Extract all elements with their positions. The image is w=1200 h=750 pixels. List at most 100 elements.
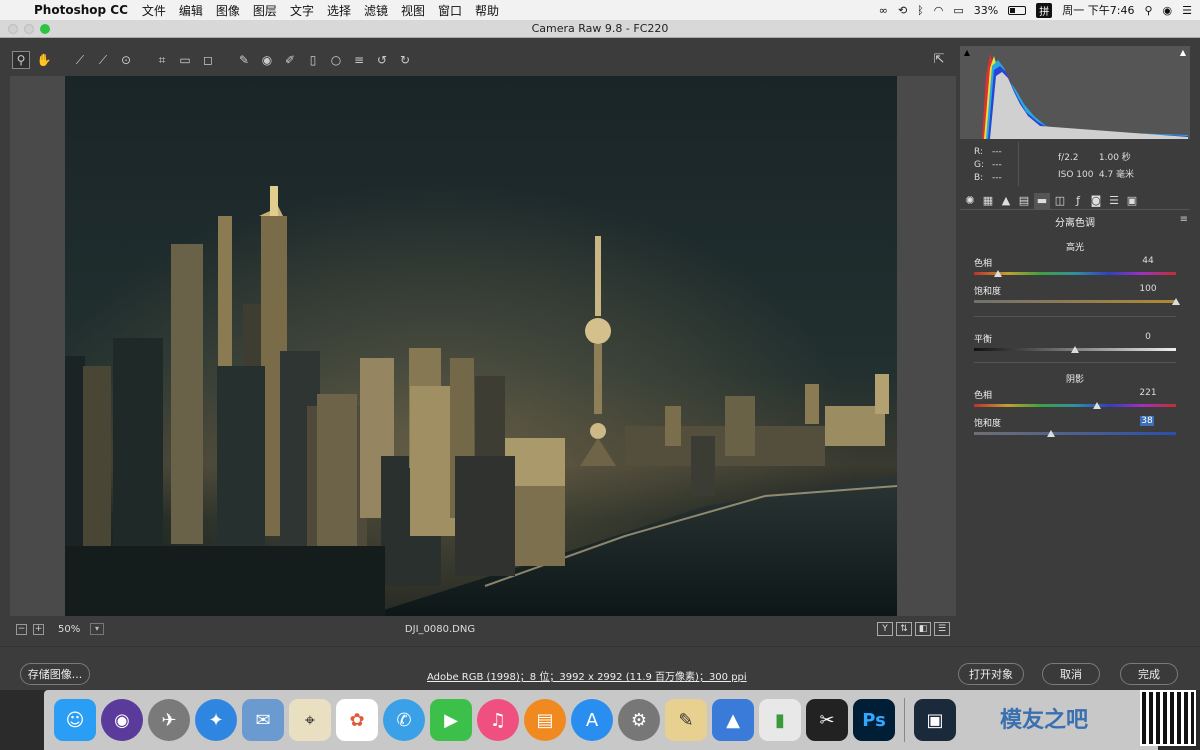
photos-icon[interactable]: ✿ <box>336 699 378 741</box>
transform-tool-icon[interactable]: ◻ <box>199 51 217 69</box>
rotate-left-icon[interactable]: ↺ <box>373 51 391 69</box>
facetime-icon[interactable]: ▶ <box>430 699 472 741</box>
done-button[interactable]: 完成 <box>1120 663 1178 685</box>
tab-snapshots-icon[interactable]: ▣ <box>1124 193 1140 209</box>
menu-window[interactable]: 窗口 <box>438 2 462 19</box>
preferences-icon[interactable]: ≡ <box>350 51 368 69</box>
numbers-icon[interactable]: ▮ <box>759 699 801 741</box>
zoom-in-button[interactable]: + <box>33 623 44 635</box>
shadow-hue-knob[interactable] <box>1093 402 1102 409</box>
tab-lens-corrections-icon[interactable]: ◫ <box>1052 193 1068 209</box>
open-object-button[interactable]: 打开对象 <box>958 663 1024 685</box>
targeted-adjustment-tool-icon[interactable]: ⊙ <box>117 51 135 69</box>
zoom-out-button[interactable]: − <box>16 623 27 635</box>
copy-settings-icon[interactable]: ◧ <box>915 622 931 636</box>
adjustment-brush-icon[interactable]: ✐ <box>281 51 299 69</box>
highlight-hue-value[interactable]: 44 <box>1128 256 1168 266</box>
balance-knob[interactable] <box>1071 346 1079 353</box>
creative-cloud-icon[interactable]: ∞ <box>879 4 888 17</box>
tab-detail-icon[interactable]: ▲ <box>998 193 1014 209</box>
wifi-icon[interactable]: ◠ <box>934 4 944 17</box>
close-button[interactable] <box>8 24 18 34</box>
menu-edit[interactable]: 编辑 <box>179 2 203 19</box>
menu-image[interactable]: 图像 <box>216 2 240 19</box>
color-sampler-tool-icon[interactable]: ⟋ <box>94 51 112 69</box>
menu-help[interactable]: 帮助 <box>475 2 499 19</box>
highlight-hue-slider[interactable] <box>974 272 1176 275</box>
ibooks-icon[interactable]: ▤ <box>524 699 566 741</box>
highlight-saturation-knob[interactable] <box>1172 298 1180 305</box>
radial-filter-icon[interactable]: ○ <box>327 51 345 69</box>
spot-removal-tool-icon[interactable]: ✎ <box>235 51 253 69</box>
rotate-right-icon[interactable]: ↻ <box>396 51 414 69</box>
photoshop-icon[interactable]: Ps <box>853 699 895 741</box>
shadow-saturation-slider[interactable] <box>974 432 1176 435</box>
keynote-icon[interactable]: ▲ <box>712 699 754 741</box>
menu-view[interactable]: 视图 <box>401 2 425 19</box>
notification-center-icon[interactable]: ☰ <box>1182 4 1192 17</box>
tab-basic-icon[interactable]: ✺ <box>962 193 978 209</box>
tab-presets-icon[interactable]: ☰ <box>1106 193 1122 209</box>
preview-area[interactable] <box>10 76 956 616</box>
minimize-button[interactable] <box>24 24 34 34</box>
messages-icon[interactable]: ✆ <box>383 699 425 741</box>
battery-icon[interactable] <box>1008 5 1027 15</box>
mail-icon[interactable]: ✉ <box>242 699 284 741</box>
tab-effects-icon[interactable]: ƒ <box>1070 193 1086 209</box>
highlight-hue-knob[interactable] <box>994 270 1003 277</box>
input-method[interactable]: 拼 <box>1036 2 1053 18</box>
graduated-filter-icon[interactable]: ▯ <box>304 51 322 69</box>
menu-file[interactable]: 文件 <box>142 2 166 19</box>
tab-split-toning-icon[interactable]: ▬ <box>1034 192 1050 209</box>
shadow-hue-value[interactable]: 221 <box>1128 388 1168 398</box>
clock[interactable]: 周一 下午7:46 <box>1062 2 1134 18</box>
balance-value[interactable]: 0 <box>1128 332 1168 342</box>
app-store-icon[interactable]: A <box>571 699 613 741</box>
red-eye-tool-icon[interactable]: ◉ <box>258 51 276 69</box>
menu-select[interactable]: 选择 <box>327 2 351 19</box>
system-preferences-icon[interactable]: ⚙ <box>618 699 660 741</box>
shadow-saturation-knob[interactable] <box>1046 430 1055 437</box>
straighten-tool-icon[interactable]: ▭ <box>176 51 194 69</box>
crop-tool-icon[interactable]: ⌗ <box>153 51 171 69</box>
zoom-dropdown[interactable]: ▾ <box>90 623 104 635</box>
menu-type[interactable]: 文字 <box>290 2 314 19</box>
highlight-saturation-slider[interactable] <box>974 300 1176 303</box>
bluetooth-icon[interactable]: ᛒ <box>917 4 924 17</box>
highlight-saturation-value[interactable]: 100 <box>1128 284 1168 294</box>
preview-preferences-icon[interactable]: ☰ <box>934 622 950 636</box>
zoom-button[interactable] <box>40 24 50 34</box>
pages-icon[interactable]: ✎ <box>665 699 707 741</box>
siri-icon[interactable]: ◉ <box>1163 4 1173 17</box>
launchpad-icon[interactable]: ✈ <box>148 699 190 741</box>
highlight-clipping-icon[interactable]: ▲ <box>1178 48 1188 58</box>
cancel-button[interactable]: 取消 <box>1042 663 1100 685</box>
preview-image[interactable] <box>65 76 897 616</box>
siri-icon[interactable]: ◉ <box>101 699 143 741</box>
final-cut-icon[interactable]: ✂ <box>806 699 848 741</box>
app-menu[interactable]: Photoshop CC <box>34 3 128 17</box>
finder-icon[interactable]: ☺ <box>54 699 96 741</box>
tab-camera-calibration-icon[interactable]: ◙ <box>1088 193 1104 209</box>
workflow-options-link[interactable]: Adobe RGB (1998)；8 位；3992 x 2992 (11.9 百… <box>427 668 747 683</box>
hand-tool-icon[interactable]: ✋ <box>35 51 53 69</box>
save-image-button[interactable]: 存储图像... <box>20 663 90 685</box>
maps-icon[interactable]: ⌖ <box>289 699 331 741</box>
fullscreen-toggle-icon[interactable]: ⇱ <box>930 52 948 68</box>
itunes-icon[interactable]: ♫ <box>477 699 519 741</box>
before-after-toggle[interactable]: Y <box>877 622 893 636</box>
shadow-saturation-value[interactable]: 38 <box>1140 416 1154 426</box>
airplay-icon[interactable]: ▭ <box>953 4 963 17</box>
menu-layer[interactable]: 图层 <box>253 2 277 19</box>
tab-hsl-icon[interactable]: ▤ <box>1016 193 1032 209</box>
time-machine-icon[interactable]: ⟲ <box>898 4 907 17</box>
panel-menu-icon[interactable]: ≡ <box>1180 214 1188 225</box>
zoom-tool-icon[interactable]: ⚲ <box>12 51 30 69</box>
tab-tone-curve-icon[interactable]: ▦ <box>980 193 996 209</box>
shadow-clipping-icon[interactable]: ▲ <box>962 48 972 58</box>
downloads-stack-icon[interactable]: ▣ <box>914 699 956 741</box>
swap-settings-icon[interactable]: ⇅ <box>896 622 912 636</box>
shadow-hue-slider[interactable] <box>974 404 1176 407</box>
spotlight-icon[interactable]: ⚲ <box>1144 4 1152 17</box>
safari-icon[interactable]: ✦ <box>195 699 237 741</box>
